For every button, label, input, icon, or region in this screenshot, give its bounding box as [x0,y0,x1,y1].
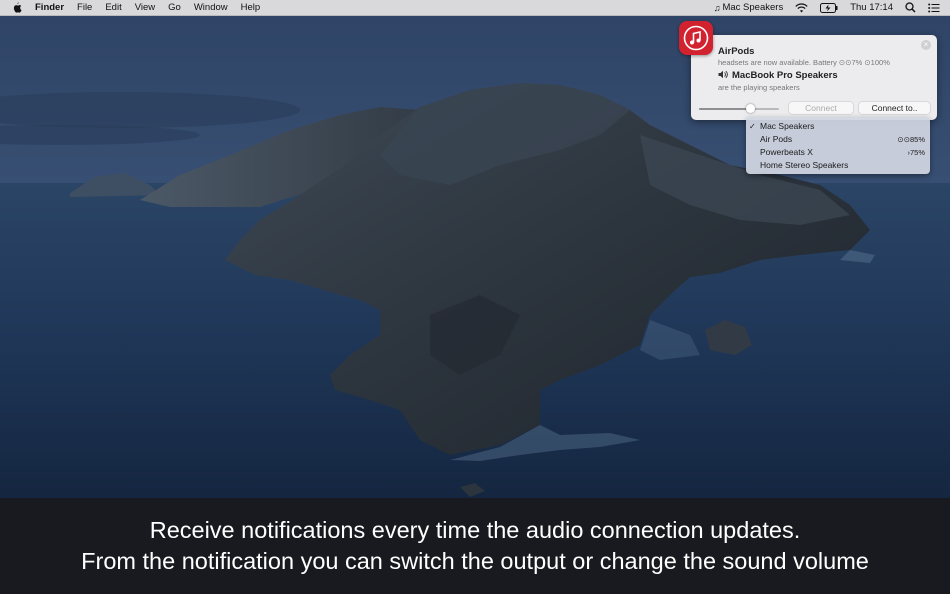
music-note-icon [679,21,713,55]
volume-slider-fill [699,108,751,110]
output-device-item[interactable]: Home Stereo Speakers [746,159,930,172]
volume-slider[interactable] [699,104,779,114]
audio-output-status[interactable]: ♫ Mac Speakers [714,2,783,13]
output-device-label: Mac Speakers [760,121,815,131]
output-device-label: Home Stereo Speakers [760,160,849,170]
caption-line-2: From the notification you can switch the… [81,548,869,574]
notification-center-icon[interactable] [928,3,940,13]
music-note-icon: ♫ [713,2,721,13]
battery-level: ›75% [907,148,925,157]
promo-caption: Receive notifications every time the aud… [0,498,950,594]
battery-icon[interactable] [820,2,838,13]
output-device-label: Air Pods [760,134,793,144]
close-icon[interactable]: × [921,40,931,50]
audio-notification[interactable]: × AirPods headsets are now available. Ba… [691,35,937,120]
checkmark-icon: ✓ [749,122,756,131]
menu-window[interactable]: Window [194,2,228,13]
menu-bar: Finder File Edit View Go Window Help ♫ M… [0,0,950,16]
menu-help[interactable]: Help [241,2,261,13]
battery-level: ⊙⊙85% [897,135,925,144]
output-device-menu[interactable]: ✓ Mac Speakers Air Pods ⊙⊙85% Powerbeats… [746,117,930,174]
playing-speaker-name: MacBook Pro Speakers [732,70,838,81]
menu-edit[interactable]: Edit [105,2,121,13]
output-device-item[interactable]: Powerbeats X ›75% [746,146,930,159]
connect-button[interactable]: Connect [789,102,853,114]
playing-speaker-row: MacBook Pro Speakers [718,70,838,81]
output-device-item[interactable]: Air Pods ⊙⊙85% [746,133,930,146]
volume-slider-knob[interactable] [745,104,755,113]
audio-output-label: Mac Speakers [722,2,784,13]
menu-view[interactable]: View [135,2,155,13]
spotlight-search-icon[interactable] [905,2,916,13]
output-device-label: Powerbeats X [760,147,813,157]
speaker-icon [718,70,728,81]
menu-file[interactable]: File [77,2,92,13]
notification-subtitle: headsets are now available. Battery ⊙⊙7%… [718,58,890,67]
apple-logo-icon[interactable] [12,2,22,13]
playing-speaker-subtitle: are the playing speakers [718,83,800,92]
notification-title: AirPods [718,46,755,57]
menu-go[interactable]: Go [168,2,181,13]
connect-to-button[interactable]: Connect to.. [859,102,930,114]
wifi-icon[interactable] [795,2,808,13]
caption-line-1: Receive notifications every time the aud… [149,517,801,543]
output-device-item[interactable]: ✓ Mac Speakers [746,120,930,133]
menu-app-name[interactable]: Finder [35,2,64,13]
menu-clock[interactable]: Thu 17:14 [850,2,893,13]
